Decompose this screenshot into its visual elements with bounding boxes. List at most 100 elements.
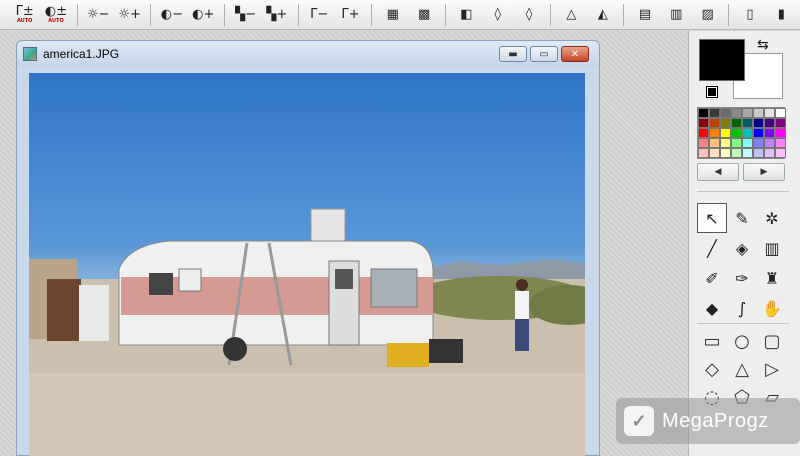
foreground-color-swatch[interactable] <box>699 39 745 81</box>
palette-swatch[interactable] <box>709 128 720 138</box>
palette-swatch[interactable] <box>731 108 742 118</box>
toolbar-separator <box>150 3 152 26</box>
pencil-icon[interactable]: ✐ <box>697 263 727 293</box>
sharpen-icon[interactable]: △ <box>559 3 584 27</box>
drop-outline-icon[interactable]: ◊ <box>516 3 541 27</box>
hand-icon[interactable]: ✋ <box>757 293 787 323</box>
palette-swatch[interactable] <box>720 128 731 138</box>
palette-swatch[interactable] <box>775 128 786 138</box>
palette-swatch[interactable] <box>775 108 786 118</box>
toolbar-separator <box>223 3 225 26</box>
palette-swatch[interactable] <box>742 148 753 158</box>
contrast-auto-icon[interactable]: ◐± AUTO <box>43 3 68 27</box>
contrast-increase-icon[interactable]: ◐+ <box>191 3 216 27</box>
ellipse-icon[interactable]: ○ <box>727 327 757 355</box>
brightness-decrease-icon[interactable]: ☼− <box>86 3 111 27</box>
palette-swatch[interactable] <box>731 148 742 158</box>
photo-canvas[interactable] <box>29 73 585 456</box>
palette-swatch[interactable] <box>720 108 731 118</box>
contrast-decrease-icon[interactable]: ◐− <box>159 3 184 27</box>
palette-swatch[interactable] <box>731 128 742 138</box>
maximize-button[interactable]: ▭ <box>530 46 558 62</box>
default-colors-icon[interactable] <box>706 86 718 98</box>
palette-swatch[interactable] <box>720 148 731 158</box>
gamma-increase-icon[interactable]: Γ+ <box>338 3 363 27</box>
tool-panel: ⇆ ◀ ▶ ↖ ✎ ✲ ╱ ◈ ▥ ✐ ✑ ♜ ◆ ∫ ✋ ▭ ○ ▢ ◇ △ ▷ ◌ ⬠ ▱ <box>688 31 800 456</box>
palette-swatch[interactable] <box>775 118 786 128</box>
palette-swatch[interactable] <box>709 148 720 158</box>
eyedropper-icon[interactable]: ✎ <box>727 203 757 233</box>
effect-icon[interactable]: ▨ <box>695 3 720 27</box>
palette-swatch[interactable] <box>764 138 775 148</box>
rectangle-icon[interactable]: ▭ <box>697 327 727 355</box>
palette-prev-button[interactable]: ◀ <box>697 163 739 181</box>
palette-swatch[interactable] <box>753 118 764 128</box>
right-triangle-icon[interactable]: ▷ <box>757 355 787 383</box>
page-icon[interactable]: ▯ <box>737 3 762 27</box>
copy-page-icon[interactable]: ▮ <box>769 3 794 27</box>
image-window-title: america1.JPG <box>43 47 120 61</box>
tool-grid: ↖ ✎ ✲ ╱ ◈ ▥ ✐ ✑ ♜ ◆ ∫ ✋ <box>697 203 789 323</box>
palette-swatch[interactable] <box>709 108 720 118</box>
select-arrow-icon[interactable]: ↖ <box>697 203 727 233</box>
palette-swatch[interactable] <box>731 118 742 128</box>
image-window-titlebar[interactable]: america1.JPG ▬ ▭ ✕ <box>17 41 599 67</box>
palette-swatch[interactable] <box>720 138 731 148</box>
spray-icon[interactable]: ▥ <box>757 233 787 263</box>
palette-swatch[interactable] <box>709 118 720 128</box>
palette-swatch[interactable] <box>742 128 753 138</box>
color-balance-icon[interactable]: ▤ <box>632 3 657 27</box>
watermark-logo-icon: ✓ <box>624 406 654 436</box>
image-file-icon <box>23 47 37 61</box>
gamma-auto-icon[interactable]: Γ± AUTO <box>12 3 37 27</box>
toolbar-separator <box>444 3 446 26</box>
smudge-icon[interactable]: ∫ <box>727 293 757 323</box>
palette-swatch[interactable] <box>720 118 731 128</box>
brightness-increase-icon[interactable]: ☼+ <box>117 3 142 27</box>
gamma-decrease-icon[interactable]: Γ− <box>307 3 332 27</box>
mosaic-icon[interactable]: ▦ <box>380 3 405 27</box>
palette-swatch[interactable] <box>698 148 709 158</box>
palette-swatch[interactable] <box>731 138 742 148</box>
palette-swatch[interactable] <box>753 138 764 148</box>
palette-swatch[interactable] <box>764 128 775 138</box>
drop-icon[interactable]: ◆ <box>697 293 727 323</box>
line-icon[interactable]: ╱ <box>697 233 727 263</box>
palette-swatch[interactable] <box>753 108 764 118</box>
fill-bucket-icon[interactable]: ◈ <box>727 233 757 263</box>
palette-swatch[interactable] <box>775 138 786 148</box>
sharpen-more-icon[interactable]: ◭ <box>590 3 615 27</box>
palette-swatch[interactable] <box>709 138 720 148</box>
close-button[interactable]: ✕ <box>561 46 589 62</box>
palette-swatch[interactable] <box>742 108 753 118</box>
drop-icon[interactable]: ◊ <box>485 3 510 27</box>
mirror-icon[interactable]: ◧ <box>454 3 479 27</box>
palette-swatch[interactable] <box>753 148 764 158</box>
gradient-icon[interactable]: ▥ <box>664 3 689 27</box>
palette-next-button[interactable]: ▶ <box>743 163 785 181</box>
toolbar-separator <box>297 3 299 26</box>
palette-swatch[interactable] <box>764 118 775 128</box>
color-palette <box>697 107 786 159</box>
magic-wand-icon[interactable]: ✲ <box>757 203 787 233</box>
stamp-icon[interactable]: ♜ <box>757 263 787 293</box>
brush-icon[interactable]: ✑ <box>727 263 757 293</box>
color-decrease-icon[interactable]: ▚− <box>233 3 258 27</box>
palette-swatch[interactable] <box>775 148 786 158</box>
palette-swatch[interactable] <box>742 138 753 148</box>
palette-swatch[interactable] <box>698 118 709 128</box>
palette-swatch[interactable] <box>764 148 775 158</box>
palette-swatch[interactable] <box>764 108 775 118</box>
swap-colors-icon[interactable]: ⇆ <box>757 37 769 53</box>
palette-swatch[interactable] <box>753 128 764 138</box>
palette-swatch[interactable] <box>698 138 709 148</box>
triangle-icon[interactable]: △ <box>727 355 757 383</box>
palette-swatch[interactable] <box>698 128 709 138</box>
minimize-button[interactable]: ▬ <box>499 46 527 62</box>
rounded-rect-icon[interactable]: ▢ <box>757 327 787 355</box>
palette-swatch[interactable] <box>742 118 753 128</box>
color-increase-icon[interactable]: ▚+ <box>264 3 289 27</box>
diamond-icon[interactable]: ◇ <box>697 355 727 383</box>
palette-swatch[interactable] <box>698 108 709 118</box>
texture-icon[interactable]: ▩ <box>411 3 436 27</box>
